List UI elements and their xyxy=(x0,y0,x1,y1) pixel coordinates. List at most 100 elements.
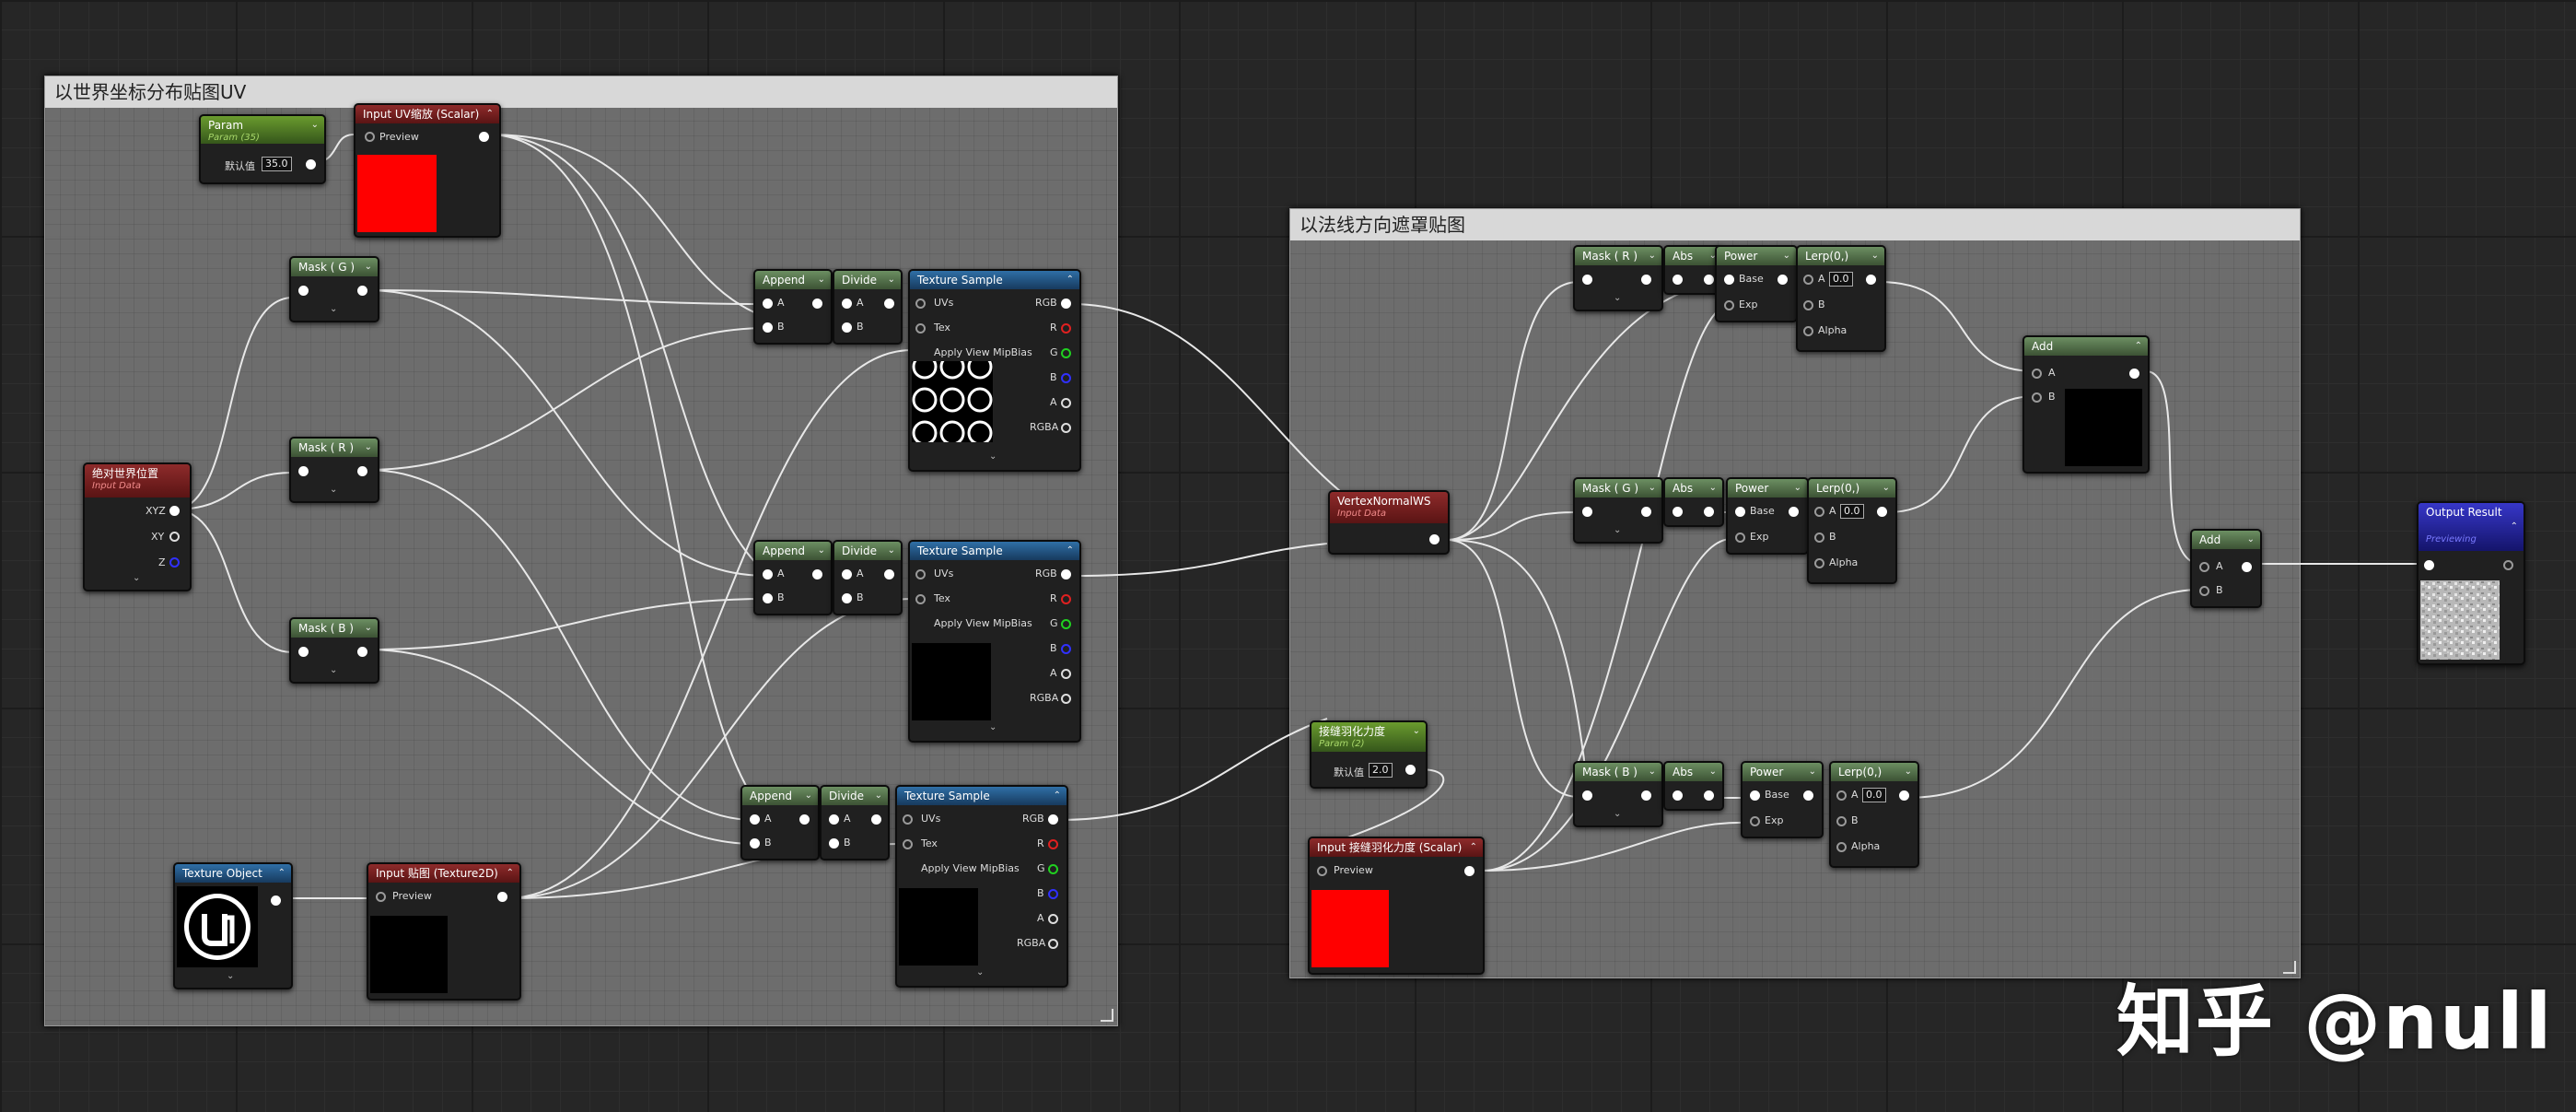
input-feather-strength-node[interactable]: Input 接缝羽化力度 (Scalar) ⌃ Preview xyxy=(1308,837,1485,975)
expand-icon[interactable]: ⌄ xyxy=(330,485,337,495)
input-pin-exp[interactable] xyxy=(1750,816,1760,826)
default-value-field[interactable]: 2.0 xyxy=(1369,763,1393,778)
chevron-down-icon[interactable]: ⌄ xyxy=(1783,247,1790,265)
chevron-up-icon[interactable]: ⌃ xyxy=(1067,271,1074,289)
output-pin-g[interactable] xyxy=(1048,864,1058,874)
power-node[interactable]: Power ⌄ Base Exp xyxy=(1715,245,1798,322)
input-pin-exp[interactable] xyxy=(1724,300,1734,310)
output-pin-xy[interactable] xyxy=(169,532,180,542)
input-pin[interactable] xyxy=(1673,507,1683,517)
chevron-down-icon[interactable]: ⌄ xyxy=(1871,247,1879,265)
output-pin-a[interactable] xyxy=(1061,398,1071,408)
input-pin[interactable] xyxy=(1673,275,1683,285)
texture-object-node[interactable]: Texture Object ⌃ ⌄ xyxy=(173,862,293,989)
chevron-down-icon[interactable]: ⌄ xyxy=(1649,479,1656,497)
chevron-down-icon[interactable]: ⌄ xyxy=(818,271,825,289)
chevron-up-icon[interactable]: ⌃ xyxy=(278,864,286,883)
output-pin[interactable] xyxy=(884,298,894,309)
output-pin[interactable] xyxy=(2129,369,2139,379)
lerp-a-value-field[interactable]: 0.0 xyxy=(1840,504,1864,519)
output-pin-r[interactable] xyxy=(1061,323,1071,334)
expand-icon[interactable]: ⌄ xyxy=(976,967,984,977)
output-pin[interactable] xyxy=(812,569,822,579)
output-pin[interactable] xyxy=(1704,507,1714,517)
input-pin-tex[interactable] xyxy=(903,839,913,849)
output-pin-a[interactable] xyxy=(1048,914,1058,924)
expand-icon[interactable]: ⌄ xyxy=(330,665,337,675)
chevron-down-icon[interactable]: ⌄ xyxy=(818,542,825,560)
output-pin-rgb[interactable] xyxy=(1061,569,1071,579)
input-pin-uvs[interactable] xyxy=(915,298,926,309)
chevron-up-icon[interactable]: ⌃ xyxy=(2511,518,2518,536)
chevron-down-icon[interactable]: ⌄ xyxy=(1649,763,1656,781)
output-pin[interactable] xyxy=(306,159,316,170)
chevron-down-icon[interactable]: ⌄ xyxy=(365,619,372,638)
divide-node[interactable]: Divide ⌄ A B xyxy=(833,540,903,615)
chevron-up-icon[interactable]: ⌃ xyxy=(486,105,494,123)
output-pin[interactable] xyxy=(357,466,367,476)
chevron-up-icon[interactable]: ⌃ xyxy=(1054,787,1061,805)
output-pin[interactable] xyxy=(1803,790,1813,801)
input-pin[interactable] xyxy=(298,647,309,657)
input-pin[interactable] xyxy=(298,286,309,296)
output-pin-r[interactable] xyxy=(1048,839,1058,849)
input-pin-base[interactable] xyxy=(1735,507,1745,517)
input-pin-a[interactable] xyxy=(2032,369,2042,379)
input-pin-a[interactable] xyxy=(763,298,773,309)
output-pin[interactable] xyxy=(884,569,894,579)
add-node[interactable]: Add ⌄ A B xyxy=(2190,529,2262,608)
output-pin[interactable] xyxy=(1405,765,1416,775)
chevron-up-icon[interactable]: ⌃ xyxy=(1067,542,1074,560)
input-pin-b[interactable] xyxy=(842,322,852,333)
output-pin[interactable] xyxy=(1704,275,1714,285)
default-value-field[interactable]: 35.0 xyxy=(262,157,292,171)
output-pin[interactable] xyxy=(1704,790,1714,801)
output-pin-rgb[interactable] xyxy=(1048,814,1058,825)
mask-r-node[interactable]: Mask ( R ) ⌄ ⌄ xyxy=(289,437,379,503)
input-pin-base[interactable] xyxy=(1750,790,1760,801)
texture-sample-node[interactable]: Texture Sample ⌃ UVs Tex Apply View MipBi… xyxy=(908,540,1081,743)
output-pin[interactable] xyxy=(1899,790,1909,801)
output-pin-rgba[interactable] xyxy=(1048,939,1058,949)
input-pin-b[interactable] xyxy=(842,593,852,603)
expand-icon[interactable]: ⌄ xyxy=(1614,293,1621,303)
chevron-down-icon[interactable]: ⌄ xyxy=(1809,763,1816,781)
output-pin-rgb[interactable] xyxy=(1061,298,1071,309)
output-pin-r[interactable] xyxy=(1061,594,1071,604)
chevron-down-icon[interactable]: ⌄ xyxy=(1882,479,1890,497)
abs-node[interactable]: Abs ⌄ xyxy=(1663,477,1724,527)
append-node[interactable]: Append ⌄ A B xyxy=(753,540,833,615)
power-node[interactable]: Power ⌄ Base Exp xyxy=(1726,477,1809,555)
output-pin[interactable] xyxy=(812,298,822,309)
input-pin-base[interactable] xyxy=(1724,275,1734,285)
input-pin-a[interactable] xyxy=(842,569,852,579)
chevron-down-icon[interactable]: ⌄ xyxy=(1413,722,1420,741)
mask-g-node[interactable]: Mask ( G ) ⌄ ⌄ xyxy=(1573,477,1663,544)
texture-sample-node[interactable]: Texture Sample ⌃ UVs Tex Apply View MipBi… xyxy=(895,785,1068,988)
preview-input-pin[interactable] xyxy=(376,892,386,902)
chevron-down-icon[interactable]: ⌄ xyxy=(311,116,319,135)
lerp-node[interactable]: Lerp(0,) ⌄ A 0.0 B Alpha xyxy=(1796,245,1886,352)
expand-icon[interactable]: ⌄ xyxy=(989,451,997,462)
input-pin-b[interactable] xyxy=(2032,392,2042,403)
input-pin-alpha[interactable] xyxy=(1803,326,1813,336)
chevron-down-icon[interactable]: ⌄ xyxy=(888,542,895,560)
input-pin[interactable] xyxy=(298,466,309,476)
preview-input-pin[interactable] xyxy=(1317,866,1327,876)
output-pin-b[interactable] xyxy=(1061,644,1071,654)
chevron-down-icon[interactable]: ⌄ xyxy=(1709,479,1717,497)
input-pin-b[interactable] xyxy=(829,838,839,849)
add-node[interactable]: Add ⌃ A B xyxy=(2022,335,2150,474)
input-pin-uvs[interactable] xyxy=(915,569,926,579)
chevron-down-icon[interactable]: ⌄ xyxy=(888,271,895,289)
output-pin[interactable] xyxy=(497,892,507,902)
input-pin-alpha[interactable] xyxy=(1836,842,1847,852)
divide-node[interactable]: Divide ⌄ A B xyxy=(820,785,890,860)
input-pin-b[interactable] xyxy=(1836,816,1847,826)
input-pin[interactable] xyxy=(2424,560,2434,570)
expand-icon[interactable]: ⌄ xyxy=(330,304,337,314)
texture-sample-node[interactable]: Texture Sample ⌃ UVs Tex Apply View MipBi… xyxy=(908,269,1081,472)
lerp-a-value-field[interactable]: 0.0 xyxy=(1829,272,1853,287)
output-pin-a[interactable] xyxy=(1061,669,1071,679)
input-pin-tex[interactable] xyxy=(915,594,926,604)
